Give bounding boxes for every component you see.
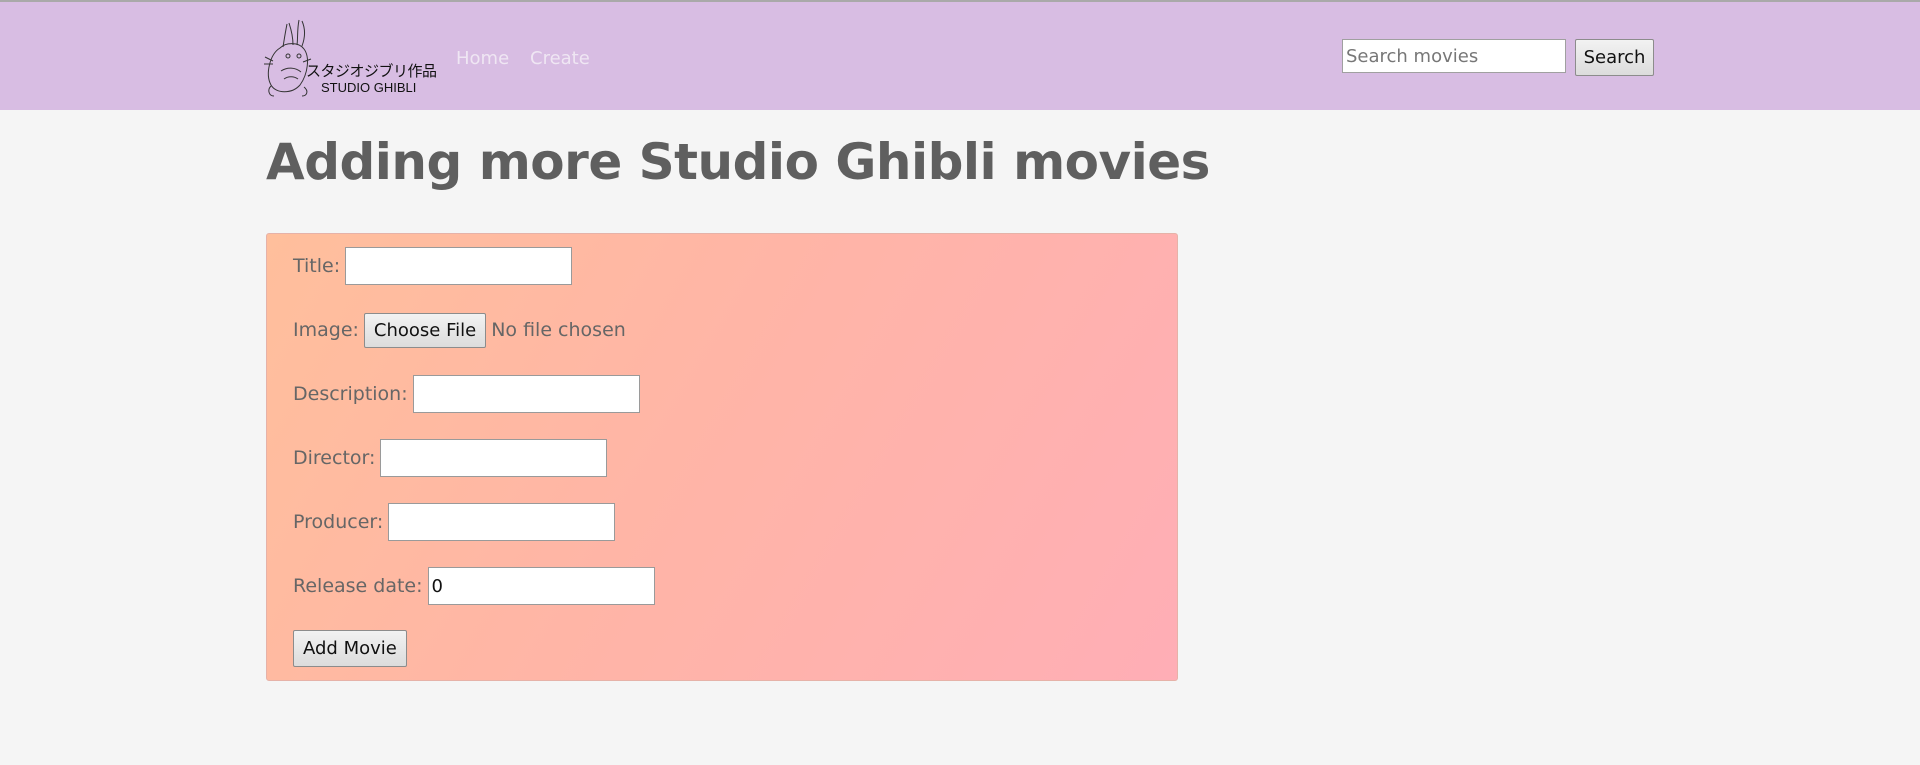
nav-create-link[interactable]: Create bbox=[530, 48, 590, 69]
logo-japanese-text: スタジオジブリ作品 bbox=[306, 62, 437, 80]
nav-home-link[interactable]: Home bbox=[456, 48, 509, 69]
description-input[interactable] bbox=[412, 375, 640, 413]
add-movie-form: Title: Image: Choose File No file chosen… bbox=[266, 233, 1178, 681]
director-row: Director: bbox=[293, 439, 608, 477]
release-date-input[interactable] bbox=[427, 567, 655, 605]
studio-ghibli-logo[interactable]: スタジオジブリ作品 STUDIO GHIBLI bbox=[264, 18, 437, 98]
description-row: Description: bbox=[293, 375, 640, 413]
producer-label: Producer: bbox=[293, 511, 384, 533]
director-label: Director: bbox=[293, 447, 376, 469]
producer-row: Producer: bbox=[293, 503, 616, 541]
file-status-text: No file chosen bbox=[491, 319, 626, 341]
director-input[interactable] bbox=[380, 439, 608, 477]
release-date-row: Release date: bbox=[293, 567, 655, 605]
totoro-sketch-icon bbox=[264, 19, 312, 97]
release-date-label: Release date: bbox=[293, 575, 423, 597]
logo-english-text: STUDIO GHIBLI bbox=[321, 80, 417, 95]
image-label: Image: bbox=[293, 319, 359, 341]
choose-file-button[interactable]: Choose File bbox=[363, 312, 487, 348]
title-label: Title: bbox=[293, 255, 341, 277]
title-row: Title: bbox=[293, 247, 573, 285]
page-title: Adding more Studio Ghibli movies bbox=[266, 133, 1210, 191]
description-label: Description: bbox=[293, 383, 408, 405]
search-button[interactable]: Search bbox=[1575, 39, 1654, 76]
producer-input[interactable] bbox=[388, 503, 616, 541]
title-input[interactable] bbox=[345, 247, 573, 285]
add-movie-button[interactable]: Add Movie bbox=[293, 630, 407, 667]
search-input[interactable] bbox=[1342, 39, 1566, 73]
image-row: Image: Choose File No file chosen bbox=[293, 311, 626, 349]
navbar: スタジオジブリ作品 STUDIO GHIBLI Home Create Sear… bbox=[0, 2, 1920, 110]
